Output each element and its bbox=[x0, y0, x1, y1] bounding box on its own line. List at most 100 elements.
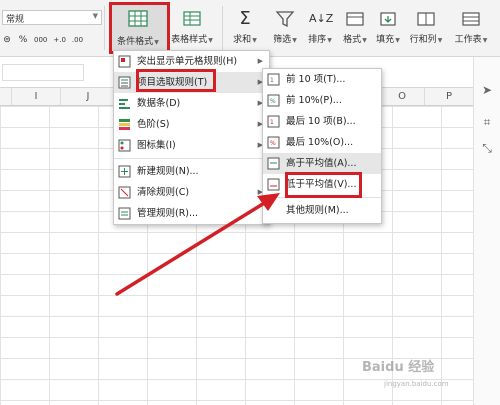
format-label: 格式 bbox=[343, 35, 362, 45]
fill-label: 填充 bbox=[376, 35, 395, 45]
menu-item-label: 项目选取规则(T) bbox=[137, 77, 208, 88]
menu-item-highlight-cells[interactable]: 突出显示单元格规则(H) ▶ bbox=[114, 51, 269, 72]
percent-button[interactable]: % bbox=[18, 35, 28, 45]
column-header-O[interactable]: O bbox=[380, 88, 425, 105]
sum-label: 求和 bbox=[233, 35, 252, 45]
svg-text:1: 1 bbox=[270, 77, 274, 84]
menu-item-color-scales[interactable]: 色阶(S) ▶ bbox=[114, 114, 269, 135]
worksheet-label: 工作表 bbox=[454, 35, 482, 45]
column-header-J[interactable]: J bbox=[61, 88, 116, 105]
bottom-10-icon: 1 bbox=[267, 115, 280, 128]
menu-divider bbox=[114, 158, 269, 159]
manage-rules-icon bbox=[118, 207, 131, 220]
menu-item-label: 前 10%(P)... bbox=[286, 95, 342, 106]
clear-rules-icon bbox=[118, 186, 131, 199]
top-bottom-rules-icon bbox=[118, 76, 131, 89]
menu-item-label: 高于平均值(A)... bbox=[286, 158, 357, 169]
number-format-value: 常规 bbox=[6, 15, 25, 25]
chevron-down-icon: ▼ bbox=[92, 12, 98, 20]
menu-item-label: 管理规则(R)... bbox=[137, 208, 199, 219]
table-style-icon bbox=[183, 11, 201, 26]
row-col-icon bbox=[417, 12, 435, 26]
thousands-button[interactable]: 000 bbox=[34, 36, 47, 44]
name-box[interactable] bbox=[2, 64, 84, 81]
menu-item-bottom-10-percent[interactable]: % 最后 10%(O)... bbox=[263, 132, 381, 153]
decrease-decimal-button[interactable]: .00 bbox=[72, 36, 83, 44]
sort-label: 排序 bbox=[308, 35, 327, 45]
menu-item-top-10-percent[interactable]: % 前 10%(P)... bbox=[263, 90, 381, 111]
icon-sets-icon bbox=[118, 139, 131, 152]
menu-item-data-bars[interactable]: 数据条(D) ▶ bbox=[114, 93, 269, 114]
color-scales-icon bbox=[119, 119, 130, 130]
highlight-cells-icon bbox=[118, 55, 131, 68]
watermark-sub: jingyan.baidu.com bbox=[384, 380, 449, 388]
new-rule-icon bbox=[118, 165, 131, 178]
format-icon bbox=[346, 12, 364, 26]
crop-icon[interactable]: ⌗ bbox=[480, 115, 494, 129]
table-style-label: 表格样式 bbox=[171, 35, 208, 45]
increase-decimal-button[interactable]: +.0 bbox=[53, 36, 66, 44]
fill-icon bbox=[380, 12, 396, 26]
svg-text:1: 1 bbox=[270, 119, 274, 126]
menu-item-clear-rules[interactable]: 清除规则(C) ▶ bbox=[114, 182, 269, 203]
worksheet-button[interactable]: 工作表▼ bbox=[449, 4, 493, 45]
column-header-I[interactable]: I bbox=[12, 88, 61, 105]
sort-button[interactable]: A↓Z 排序▼ bbox=[303, 4, 337, 45]
menu-item-label: 前 10 项(T)... bbox=[286, 74, 346, 85]
right-side-panel: ➤ ⌗ ⤡ bbox=[473, 57, 500, 405]
currency-icon[interactable]: ⊜ bbox=[2, 35, 12, 45]
row-col-label: 行和列 bbox=[409, 35, 437, 45]
menu-item-label: 色阶(S) bbox=[137, 119, 170, 130]
filter-button[interactable]: 筛选▼ bbox=[268, 4, 302, 45]
menu-item-new-rule[interactable]: 新建规则(N)... bbox=[114, 161, 269, 182]
svg-text:%: % bbox=[270, 98, 276, 105]
menu-item-label: 数据条(D) bbox=[137, 98, 181, 109]
sum-button[interactable]: Σ 求和▼ bbox=[228, 4, 262, 46]
above-average-icon bbox=[267, 157, 280, 170]
menu-item-label: 低于平均值(V)... bbox=[286, 179, 357, 190]
column-header-empty bbox=[0, 88, 12, 105]
filter-icon bbox=[275, 11, 295, 28]
fill-button[interactable]: 填充▼ bbox=[371, 4, 405, 45]
menu-item-above-average[interactable]: 高于平均值(A)... bbox=[263, 153, 381, 174]
expand-icon[interactable]: ⤡ bbox=[480, 141, 494, 155]
menu-item-icon-sets[interactable]: 图标集(I) ▶ bbox=[114, 135, 269, 156]
number-format-buttons: ⊜ % 000 +.0 .00 bbox=[2, 33, 83, 47]
column-header-P[interactable]: P bbox=[425, 88, 474, 105]
ribbon-toolbar: 常规 ▼ ⊜ % 000 +.0 .00 条件格式▼ 表格样式▼ Σ 求和▼ 筛… bbox=[0, 0, 500, 57]
conditional-format-label: 条件格式 bbox=[117, 37, 154, 47]
number-format-select[interactable]: 常规 ▼ bbox=[2, 10, 102, 25]
conditional-format-icon bbox=[128, 10, 148, 27]
menu-item-top-bottom-rules[interactable]: 项目选取规则(T) ▶ bbox=[114, 72, 269, 93]
menu-item-other-rules[interactable]: 其他规则(M)... bbox=[263, 200, 381, 221]
filter-label: 筛选 bbox=[273, 35, 292, 45]
baidu-watermark: Baidu 经验 jingyan.baidu.com bbox=[362, 356, 472, 396]
menu-item-label: 其他规则(M)... bbox=[286, 205, 349, 216]
table-style-button[interactable]: 表格样式▼ bbox=[170, 4, 214, 45]
row-col-button[interactable]: 行和列▼ bbox=[405, 4, 447, 45]
menu-item-bottom-10[interactable]: 1 最后 10 项(B)... bbox=[263, 111, 381, 132]
menu-item-label: 突出显示单元格规则(H) bbox=[137, 56, 238, 67]
data-bars-icon bbox=[119, 99, 130, 109]
menu-item-top-10[interactable]: 1 前 10 项(T)... bbox=[263, 69, 381, 90]
sigma-icon: Σ bbox=[239, 8, 251, 29]
menu-divider bbox=[263, 197, 381, 198]
cursor-icon[interactable]: ➤ bbox=[480, 83, 494, 97]
below-average-icon bbox=[267, 178, 280, 191]
menu-item-below-average[interactable]: 低于平均值(V)... bbox=[263, 174, 381, 195]
watermark-main: Baidu 经验 bbox=[362, 360, 435, 375]
top-bottom-rules-submenu: 1 前 10 项(T)... % 前 10%(P)... 1 最后 10 项(B… bbox=[262, 68, 382, 224]
top-10-icon: 1 bbox=[267, 73, 280, 86]
sort-az-icon: A↓Z bbox=[309, 12, 334, 25]
format-button[interactable]: 格式▼ bbox=[338, 4, 372, 45]
menu-item-label: 最后 10 项(B)... bbox=[286, 116, 356, 127]
menu-item-label: 清除规则(C) bbox=[137, 187, 190, 198]
menu-item-label: 新建规则(N)... bbox=[137, 166, 199, 177]
menu-item-manage-rules[interactable]: 管理规则(R)... bbox=[114, 203, 269, 224]
worksheet-icon bbox=[462, 12, 480, 26]
conditional-format-button[interactable]: 条件格式▼ bbox=[109, 4, 167, 52]
svg-text:%: % bbox=[270, 140, 276, 147]
top-10-percent-icon: % bbox=[267, 94, 280, 107]
menu-item-label: 图标集(I) bbox=[137, 140, 176, 151]
menu-item-label: 最后 10%(O)... bbox=[286, 137, 354, 148]
